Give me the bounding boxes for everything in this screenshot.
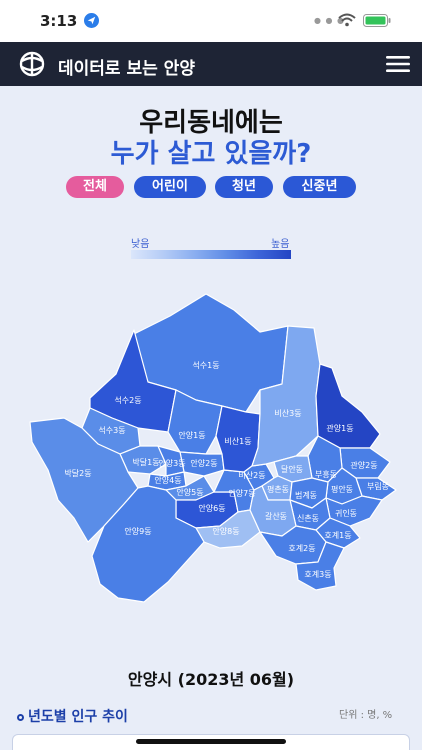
district-label-8: 안양4동 (154, 475, 181, 485)
app-header: 데이터로 보는 안양 (0, 42, 422, 86)
district-label-15: 비산2동 (238, 470, 265, 480)
district-label-6: 안양2동 (190, 458, 217, 468)
city-period-label: 안양시 (2023년 06월) (127, 670, 295, 689)
legend-low-label: 낮음 (131, 239, 150, 250)
battery-icon (363, 14, 391, 27)
home-indicator (136, 739, 286, 744)
legend-high-label: 높음 (271, 239, 290, 250)
district-label-16: 비산3동 (274, 408, 301, 418)
district-label-25: 귀인동 (335, 508, 357, 518)
district-label-9: 안양5동 (176, 487, 203, 497)
district-label-5: 안양1동 (178, 430, 205, 440)
district-label-19: 부림동 (367, 481, 389, 491)
wifi-icon (338, 13, 356, 27)
district-label-23: 평안동 (331, 484, 353, 494)
district-label-29: 호계2동 (288, 543, 315, 553)
district-map: 석수1동 석수2동 석수3동 박달1동 박달2동 안양1동 안양2동 안양3동 … (29, 293, 397, 603)
district-label-21: 달안동 (281, 464, 303, 474)
district-label-14: 비산1동 (224, 436, 251, 446)
heading-line-2: 누가 살고 있을까? (110, 139, 312, 169)
location-arrow-icon (84, 13, 99, 28)
tab-middle-aged[interactable]: 신중년 (283, 176, 356, 198)
district-label-30: 호계3동 (304, 569, 331, 579)
district-label-0: 석수1동 (192, 360, 219, 370)
district-label-3: 박달1동 (132, 457, 159, 467)
district-label-24: 범계동 (295, 490, 317, 500)
district-label-17: 관양1동 (326, 423, 353, 433)
district-label-13: 안양9동 (124, 526, 151, 536)
status-time: 3:13 (40, 12, 78, 30)
age-filter-tabs: 전체 어린이 청년 신중년 (0, 176, 422, 198)
app-title: 데이터로 보는 안양 (58, 59, 195, 79)
district-label-27: 갈산동 (265, 511, 287, 521)
district-label-22: 평촌동 (267, 484, 289, 494)
status-bar: 3:13 ● ● ● (0, 0, 422, 42)
tab-all[interactable]: 전체 (66, 176, 124, 198)
district-label-10: 안양6동 (198, 503, 225, 513)
bullet-ring-icon (17, 713, 24, 721)
district-label-12: 안양8동 (212, 526, 239, 536)
legend-color-scale (131, 250, 291, 259)
district-label-1: 석수2동 (114, 395, 141, 405)
district-label-26: 신촌동 (297, 514, 319, 523)
district-label-2: 석수3동 (98, 425, 125, 435)
district-label-28: 호계1동 (324, 530, 351, 540)
district-label-20: 부흥동 (315, 469, 337, 479)
unit-label: 단위 : 명, % (339, 710, 393, 721)
district-17[interactable] (315, 363, 381, 449)
district-label-18: 관양2동 (350, 460, 377, 470)
hamburger-menu-icon[interactable] (386, 55, 410, 73)
tab-youth[interactable]: 청년 (215, 176, 273, 198)
section-title-text: 년도별 인구 추이 (28, 709, 128, 725)
district-label-7: 안양3동 (158, 458, 185, 468)
district-label-11: 안양7동 (228, 488, 255, 498)
tab-children[interactable]: 어린이 (134, 176, 206, 198)
app-logo-icon (19, 51, 45, 77)
section-title: 년도별 인구 추이 (17, 706, 128, 726)
district-label-4: 박달2동 (64, 468, 91, 478)
